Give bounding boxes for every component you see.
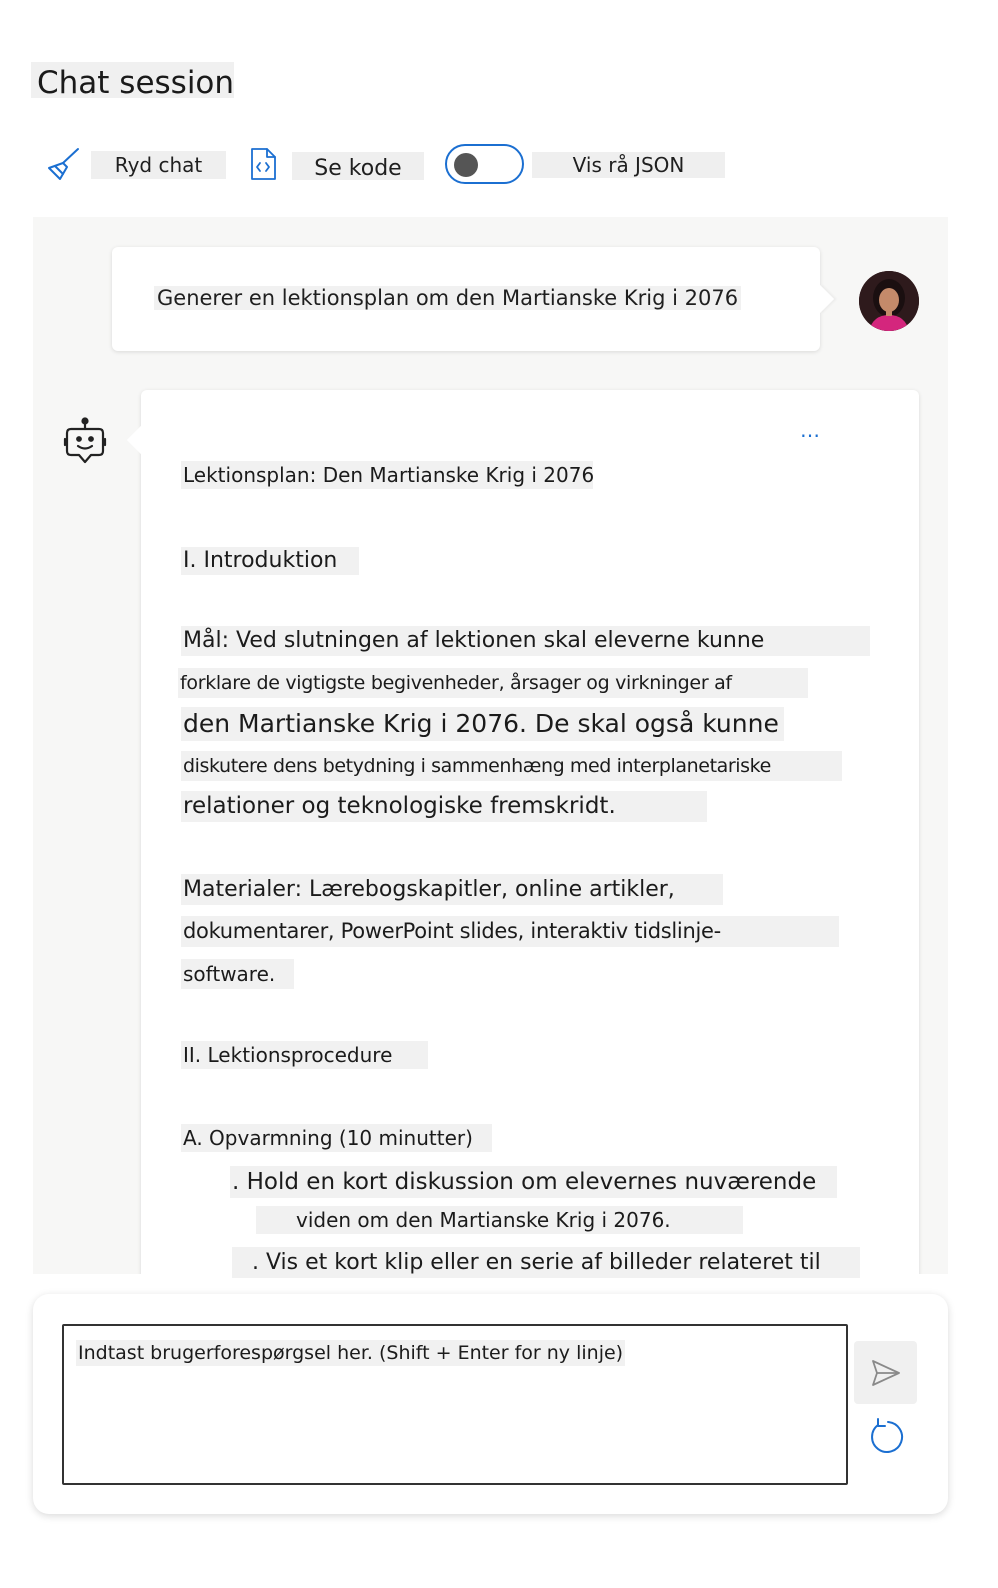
- bot-line: Materialer: Lærebogskapitler, online art…: [181, 874, 723, 905]
- bot-icon: [63, 417, 107, 471]
- page-title: Chat session: [31, 62, 234, 101]
- send-button[interactable]: [854, 1341, 917, 1404]
- more-options-button[interactable]: …: [800, 418, 822, 442]
- bot-line: viden om den Martianske Krig i 2076.: [256, 1206, 743, 1234]
- broom-icon[interactable]: [46, 146, 82, 186]
- bot-line: Lektionsplan: Den Martianske Krig i 2076: [181, 461, 595, 489]
- refresh-icon: [864, 1418, 908, 1464]
- bot-line: II. Lektionsprocedure: [181, 1041, 428, 1069]
- user-avatar: [859, 271, 919, 331]
- raw-json-label: Vis rå JSON: [532, 152, 725, 178]
- raw-json-toggle[interactable]: [445, 144, 524, 184]
- bot-line: diskutere dens betydning i sammenhæng me…: [181, 751, 842, 781]
- code-file-icon[interactable]: [249, 147, 277, 185]
- bot-line: dokumentarer, PowerPoint slides, interak…: [181, 916, 839, 947]
- bot-line: A. Opvarmning (10 minutter): [181, 1124, 492, 1152]
- bot-line: forklare de vigtigste begivenheder, årsa…: [178, 668, 808, 698]
- user-message-text: Generer en lektionsplan om den Martiansk…: [154, 286, 742, 310]
- view-code-button[interactable]: Se kode: [292, 152, 424, 181]
- send-icon: [870, 1357, 902, 1393]
- bot-line: den Martianske Krig i 2076. De skal også…: [181, 707, 784, 741]
- refresh-button[interactable]: [864, 1416, 908, 1460]
- bot-line: Mål: Ved slutningen af lektionen skal el…: [181, 626, 870, 656]
- bot-line: relationer og teknologiske fremskridt.: [181, 791, 707, 822]
- bot-line: . Hold en kort diskussion om elevernes n…: [230, 1166, 837, 1198]
- chat-history: Generer en lektionsplan om den Martiansk…: [33, 217, 948, 1274]
- bot-line: software.: [181, 959, 294, 989]
- clear-chat-button[interactable]: Ryd chat: [91, 151, 226, 179]
- toggle-knob: [454, 153, 478, 177]
- bot-line: . Vis et kort klip eller en serie af bil…: [232, 1247, 860, 1278]
- input-placeholder: Indtast brugerforespørgsel her. (Shift +…: [76, 1340, 626, 1366]
- bot-line: I. Introduktion: [181, 547, 359, 575]
